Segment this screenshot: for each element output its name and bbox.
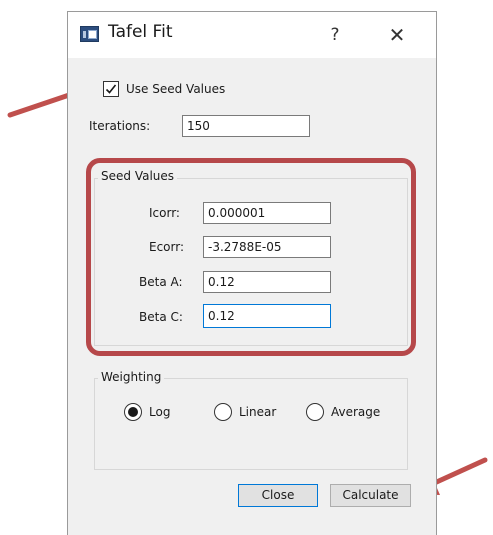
weighting-group xyxy=(94,378,408,470)
use-seed-values-label: Use Seed Values xyxy=(126,82,226,96)
weighting-log-radio[interactable] xyxy=(124,403,142,421)
window-title: Tafel Fit xyxy=(108,22,173,42)
checkmark-icon xyxy=(105,84,117,94)
calculate-button[interactable]: Calculate xyxy=(330,484,411,507)
weighting-average-clip: Average xyxy=(331,405,405,419)
weighting-average-radio[interactable] xyxy=(306,403,324,421)
close-button[interactable]: Close xyxy=(238,484,318,507)
weighting-log-label: Log xyxy=(149,405,171,419)
help-button[interactable]: ? xyxy=(321,21,349,49)
weighting-linear-radio[interactable] xyxy=(214,403,232,421)
seed-values-highlight xyxy=(86,158,416,356)
iterations-input[interactable] xyxy=(182,115,310,137)
iterations-label: Iterations: xyxy=(89,119,151,133)
weighting-linear-label: Linear xyxy=(239,405,277,419)
title-bar: Tafel Fit ? ✕ xyxy=(68,12,436,58)
weighting-average-label: Average xyxy=(331,405,381,419)
use-seed-values-checkbox[interactable] xyxy=(103,81,119,97)
tafel-fit-dialog: Tafel Fit ? ✕ Use Seed Values Iterations… xyxy=(67,11,437,535)
window-app-icon xyxy=(80,26,99,42)
weighting-group-title: Weighting xyxy=(98,370,165,384)
close-window-button[interactable]: ✕ xyxy=(382,21,412,49)
